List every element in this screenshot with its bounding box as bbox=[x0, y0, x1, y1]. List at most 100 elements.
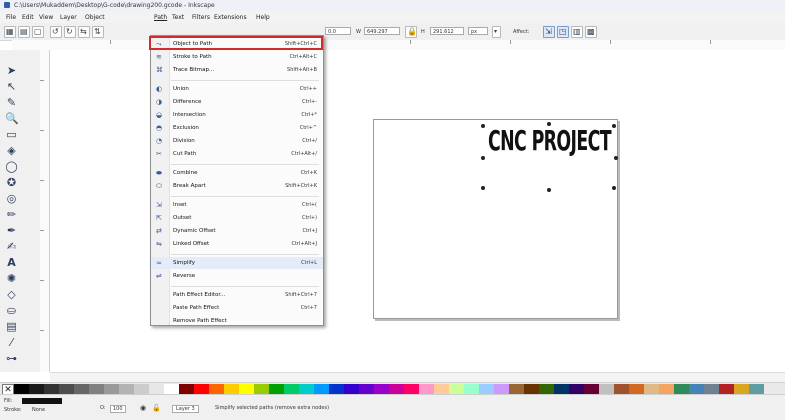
palette-swatch[interactable] bbox=[239, 384, 254, 394]
palette-swatch[interactable] bbox=[659, 384, 674, 394]
selection-handle-n[interactable] bbox=[547, 122, 551, 126]
selection-handle-se[interactable] bbox=[612, 186, 616, 190]
menu-text[interactable]: Text bbox=[172, 14, 184, 21]
menu-extensions[interactable]: Extensions bbox=[214, 14, 247, 21]
menu-item-intersection[interactable]: ◒ Intersection Ctrl+* bbox=[151, 109, 323, 121]
palette-swatch[interactable] bbox=[74, 384, 89, 394]
palette-swatch[interactable] bbox=[539, 384, 554, 394]
menu-file[interactable]: File bbox=[6, 14, 16, 21]
unit-dropdown-icon[interactable]: ▾ bbox=[492, 26, 501, 38]
palette-swatch[interactable] bbox=[299, 384, 314, 394]
palette-swatch[interactable] bbox=[119, 384, 134, 394]
selection-handle-s[interactable] bbox=[547, 188, 551, 192]
text-tool-icon[interactable]: A bbox=[5, 256, 18, 269]
palette-swatch[interactable] bbox=[359, 384, 374, 394]
palette-swatch[interactable] bbox=[14, 384, 29, 394]
deselect-icon[interactable]: ▢ bbox=[32, 26, 44, 38]
scale-corners-icon[interactable]: ◳ bbox=[557, 26, 569, 38]
palette-swatch[interactable] bbox=[689, 384, 704, 394]
select-all-layers-icon[interactable]: ▤ bbox=[18, 26, 30, 38]
move-patterns-icon[interactable]: ▩ bbox=[585, 26, 597, 38]
palette-swatch[interactable] bbox=[374, 384, 389, 394]
palette-swatch[interactable] bbox=[464, 384, 479, 394]
layer-select[interactable]: Layer 3 bbox=[172, 405, 199, 413]
palette-swatch[interactable] bbox=[554, 384, 569, 394]
palette-swatch[interactable] bbox=[434, 384, 449, 394]
calligraphy-tool-icon[interactable]: ✍ bbox=[5, 240, 18, 253]
menu-item-difference[interactable]: ◑ Difference Ctrl+- bbox=[151, 96, 323, 108]
pen-tool-icon[interactable]: ✒ bbox=[5, 224, 18, 237]
palette-swatch[interactable] bbox=[569, 384, 584, 394]
selection-handle-nw[interactable] bbox=[481, 124, 485, 128]
palette-swatch[interactable] bbox=[599, 384, 614, 394]
palette-swatch[interactable] bbox=[44, 384, 59, 394]
spiral-tool-icon[interactable]: ◎ bbox=[5, 192, 18, 205]
palette-swatch[interactable] bbox=[104, 384, 119, 394]
menu-help[interactable]: Help bbox=[256, 14, 270, 21]
palette-swatch[interactable] bbox=[524, 384, 539, 394]
move-gradients-icon[interactable]: ▥ bbox=[571, 26, 583, 38]
layer-lock-icon[interactable]: 🔓 bbox=[152, 404, 161, 412]
menu-item-reverse[interactable]: ⇌ Reverse bbox=[151, 270, 323, 282]
palette-swatch[interactable] bbox=[269, 384, 284, 394]
palette-swatch[interactable] bbox=[419, 384, 434, 394]
palette-swatch[interactable] bbox=[164, 384, 179, 394]
menu-item-simplify[interactable]: ≈ Simplify Ctrl+L bbox=[151, 257, 323, 269]
menu-item-cut-path[interactable]: ✂ Cut Path Ctrl+Alt+/ bbox=[151, 148, 323, 160]
width-field[interactable]: 649.297 bbox=[364, 27, 400, 35]
menu-item-division[interactable]: ◔ Division Ctrl+/ bbox=[151, 135, 323, 147]
rotate-cw-icon[interactable]: ↻ bbox=[64, 26, 76, 38]
menu-object[interactable]: Object bbox=[85, 14, 105, 21]
unit-select[interactable]: px bbox=[468, 27, 488, 35]
flip-vertical-icon[interactable]: ⇅ bbox=[92, 26, 104, 38]
palette-swatch[interactable] bbox=[404, 384, 419, 394]
palette-swatch[interactable] bbox=[209, 384, 224, 394]
palette-swatch[interactable] bbox=[494, 384, 509, 394]
selection-handle-w[interactable] bbox=[481, 156, 485, 160]
connector-tool-icon[interactable]: ⊶ bbox=[5, 352, 18, 365]
menu-item-remove-path-effect[interactable]: Remove Path Effect bbox=[151, 315, 323, 327]
menu-path[interactable]: Path bbox=[154, 14, 167, 21]
ellipse-tool-icon[interactable]: ◯ bbox=[5, 160, 18, 173]
layer-visibility-icon[interactable]: ◉ bbox=[140, 404, 146, 412]
selection-handle-ne[interactable] bbox=[612, 124, 616, 128]
opacity-field[interactable]: 100 bbox=[110, 405, 126, 413]
pencil-tool-icon[interactable]: ✏ bbox=[5, 208, 18, 221]
palette-swatch[interactable] bbox=[59, 384, 74, 394]
menu-edit[interactable]: Edit bbox=[22, 14, 34, 21]
menu-item-union[interactable]: ◐ Union Ctrl++ bbox=[151, 83, 323, 95]
palette-swatch[interactable] bbox=[194, 384, 209, 394]
palette-swatch[interactable] bbox=[719, 384, 734, 394]
selection-handle-e[interactable] bbox=[614, 156, 618, 160]
lock-proportions-icon[interactable]: 🔒 bbox=[405, 26, 417, 38]
palette-swatch[interactable] bbox=[29, 384, 44, 394]
menu-item-paste-path-effect[interactable]: Paste Path Effect Ctrl+7 bbox=[151, 302, 323, 314]
palette-swatch[interactable] bbox=[179, 384, 194, 394]
selection-handle-sw[interactable] bbox=[481, 186, 485, 190]
dropper-tool-icon[interactable]: ⁄ bbox=[5, 336, 18, 349]
palette-swatch[interactable] bbox=[254, 384, 269, 394]
menu-view[interactable]: View bbox=[39, 14, 53, 21]
select-all-icon[interactable]: ▦ bbox=[4, 26, 16, 38]
height-field[interactable]: 291.612 bbox=[430, 27, 464, 35]
3d-box-tool-icon[interactable]: ◈ bbox=[5, 144, 18, 157]
node-tool-icon[interactable]: ↖ bbox=[5, 80, 18, 93]
spray-tool-icon[interactable]: ✺ bbox=[5, 272, 18, 285]
paint-bucket-tool-icon[interactable]: ⛀ bbox=[5, 304, 18, 317]
menu-item-stroke-to-path[interactable]: ≋ Stroke to Path Ctrl+Alt+C bbox=[151, 51, 323, 63]
palette-swatch[interactable] bbox=[89, 384, 104, 394]
selector-tool-icon[interactable]: ➤ bbox=[5, 64, 18, 77]
menu-filters[interactable]: Filters bbox=[192, 14, 210, 21]
x-field[interactable]: 0.0 bbox=[325, 27, 351, 35]
palette-swatch[interactable] bbox=[584, 384, 599, 394]
gradient-tool-icon[interactable]: ▤ bbox=[5, 320, 18, 333]
palette-swatch[interactable] bbox=[509, 384, 524, 394]
palette-swatch[interactable] bbox=[344, 384, 359, 394]
palette-swatch[interactable] bbox=[734, 384, 749, 394]
palette-swatch[interactable] bbox=[629, 384, 644, 394]
palette-swatch[interactable] bbox=[704, 384, 719, 394]
palette-swatch[interactable] bbox=[389, 384, 404, 394]
flip-horizontal-icon[interactable]: ⇆ bbox=[78, 26, 90, 38]
menu-layer[interactable]: Layer bbox=[60, 14, 77, 21]
menu-item-break-apart[interactable]: ⬭ Break Apart Shift+Ctrl+K bbox=[151, 180, 323, 192]
